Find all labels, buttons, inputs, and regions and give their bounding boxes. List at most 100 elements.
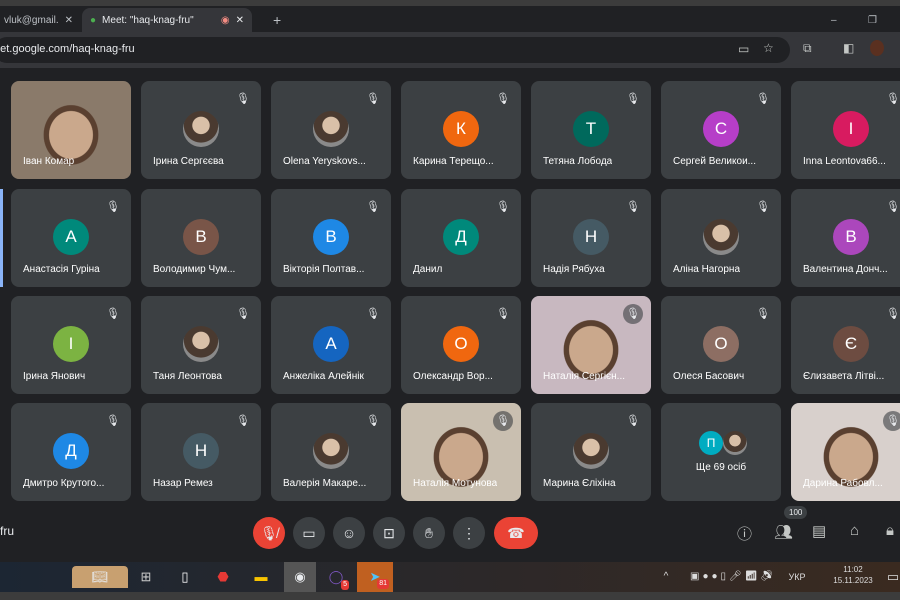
- participant-tile[interactable]: О 🎙︎ Олеся Басович: [661, 296, 781, 394]
- participant-tile[interactable]: В 🎙︎ Валентина Донч...: [791, 189, 900, 287]
- participant-tile[interactable]: С 🎙︎ Сергей Великои...: [661, 81, 781, 179]
- present-icon: ⊡: [383, 525, 395, 541]
- participant-tile[interactable]: 🎙︎ Марина Єліхіна: [531, 403, 651, 501]
- mic-off-icon: 🎙︎: [493, 411, 513, 431]
- mic-off-icon: 🎙︎: [236, 308, 250, 320]
- participant-name: Тетяна Лобода: [543, 156, 613, 167]
- participant-avatar: О: [703, 326, 739, 362]
- participant-tile[interactable]: Т 🎙︎ Тетяна Лобода: [531, 81, 651, 179]
- file-icon[interactable]: ▯: [174, 566, 196, 588]
- participant-tile[interactable]: О 🎙︎ Олександр Вор...: [401, 296, 521, 394]
- participant-tile[interactable]: П Ще 69 осіб: [661, 403, 781, 501]
- profile-avatar[interactable]: [870, 40, 884, 56]
- participant-avatar: Т: [573, 111, 609, 147]
- recording-icon: ◉: [220, 14, 230, 26]
- participant-tile[interactable]: 🎙︎ Ірина Сергєєва: [141, 81, 261, 179]
- star-icon[interactable]: ☆: [763, 41, 774, 55]
- participant-name: Дмитро Крутого...: [23, 478, 105, 489]
- participant-avatar: Н: [183, 433, 219, 469]
- participant-name: Олеся Басович: [673, 371, 745, 382]
- participant-name: Володимир Чум...: [153, 264, 236, 275]
- participant-tile[interactable]: I 🎙︎ Inna Leontova66...: [791, 81, 900, 179]
- extensions-icon[interactable]: ⧉: [803, 41, 812, 56]
- close-icon[interactable]: ✕: [65, 15, 73, 26]
- participant-name: Анастасія Гуріна: [23, 264, 100, 275]
- mic-off-icon: 🎙︎: [106, 201, 120, 213]
- participant-name: Дарина Рабовл...: [803, 478, 883, 489]
- host-controls-icon[interactable]: 🔒︎: [886, 522, 894, 539]
- close-icon[interactable]: ✕: [236, 15, 244, 26]
- camera-icon[interactable]: ▭: [738, 42, 749, 56]
- participant-tile[interactable]: В 🎙︎ Вікторія Полтав...: [271, 189, 391, 287]
- participant-avatar-photo: [703, 219, 739, 255]
- tab-meet[interactable]: ● Meet: "haq-knag-fru" ◉ ✕: [82, 8, 252, 32]
- participant-tile[interactable]: 🎙︎ Таня Леонтова: [141, 296, 261, 394]
- participant-tile[interactable]: 🎙︎ Наталія Сергієн...: [531, 296, 651, 394]
- participant-tile[interactable]: 🎙︎ Аліна Нагорна: [661, 189, 781, 287]
- participant-avatar: Д: [53, 433, 89, 469]
- language-indicator[interactable]: УКР: [782, 566, 812, 588]
- mic-muted-button[interactable]: 🎙︎̸: [253, 517, 285, 549]
- app-icon[interactable]: ⬣: [212, 566, 234, 588]
- new-tab-button[interactable]: +: [265, 8, 289, 32]
- participant-tile[interactable]: К 🎙︎ Карина Терещо...: [401, 81, 521, 179]
- mic-off-icon: 🎙︎: [756, 93, 770, 105]
- chat-icon[interactable]: ▤: [812, 522, 826, 540]
- mic-off-icon: 🎙︎: [496, 308, 510, 320]
- participant-name: Таня Леонтова: [153, 371, 222, 382]
- url-field[interactable]: eet.google.com/haq-knag-fru: [0, 37, 790, 63]
- mic-off-icon: 🎙︎: [236, 415, 250, 427]
- tab-label: Meet: "haq-knag-fru": [102, 14, 194, 26]
- participant-tile[interactable]: Д 🎙︎ Дмитро Крутого...: [11, 403, 131, 501]
- participant-tile[interactable]: І 🎙︎ Ірина Янович: [11, 296, 131, 394]
- participant-avatar: І: [53, 326, 89, 362]
- participant-tile[interactable]: Н 🎙︎ Назар Ремез: [141, 403, 261, 501]
- participant-avatar-photo: [183, 111, 219, 147]
- notifications-icon[interactable]: ▭: [882, 566, 900, 588]
- leave-call-button[interactable]: ☎︎: [494, 517, 538, 549]
- minimize-button[interactable]: –: [823, 8, 845, 32]
- telegram-badge: 81: [377, 579, 389, 589]
- desktop-widget-icon[interactable]: 📖︎: [72, 566, 128, 588]
- participant-tile[interactable]: А 🎙︎ Анжеліка Алейнік: [271, 296, 391, 394]
- task-view-icon[interactable]: ⊞: [135, 566, 157, 588]
- participant-tile[interactable]: Іван Комар: [11, 81, 131, 179]
- chrome-icon[interactable]: ◉: [284, 562, 316, 592]
- participant-name: Аліна Нагорна: [673, 264, 741, 275]
- present-button[interactable]: ⊡: [373, 517, 405, 549]
- address-bar-row: eet.google.com/haq-knag-fru ▭ ☆ ⧉ ◧: [0, 32, 900, 68]
- participant-tile[interactable]: 🎙︎ Наталія Мотунова: [401, 403, 521, 501]
- side-panel-icon[interactable]: ◧: [843, 41, 854, 55]
- participant-tile[interactable]: Є 🎙︎ Єлизавета Літві...: [791, 296, 900, 394]
- participant-tile[interactable]: Д 🎙︎ Данил: [401, 189, 521, 287]
- telegram-icon[interactable]: ➤ 81: [357, 562, 393, 592]
- participant-tile[interactable]: А 🎙︎ Анастасія Гуріна: [11, 189, 131, 287]
- participant-name: Назар Ремез: [153, 478, 213, 489]
- participant-tile[interactable]: Н 🎙︎ Надія Рябуха: [531, 189, 651, 287]
- tab-gmail[interactable]: vluk@gmail. ✕: [0, 8, 80, 32]
- people-icon[interactable]: 👥︎: [774, 523, 793, 541]
- info-icon[interactable]: ⓘ: [737, 523, 752, 544]
- file-explorer-icon[interactable]: ▬: [250, 566, 272, 588]
- participant-avatar: Д: [443, 219, 479, 255]
- raise-hand-button[interactable]: ✋︎: [413, 517, 445, 549]
- tab-label: vluk@gmail.: [4, 14, 59, 26]
- reactions-button[interactable]: ☺: [333, 517, 365, 549]
- tray-chevron-icon[interactable]: ^: [655, 566, 677, 588]
- tray-icons[interactable]: ▣●●▯🎤︎📶︎🔊︎: [690, 566, 780, 588]
- mic-off-icon: 🎙︎: [883, 411, 900, 431]
- participant-tile[interactable]: 🎙︎ Валерія Макаре...: [271, 403, 391, 501]
- more-options-button[interactable]: ⋮: [453, 517, 485, 549]
- participant-avatar-photo: [313, 433, 349, 469]
- mic-off-icon: 🎙︎: [626, 415, 640, 427]
- participant-name: Наталія Мотунова: [413, 478, 498, 489]
- viber-icon[interactable]: ◯ 5: [325, 566, 349, 590]
- clock[interactable]: 11:02 15.11.2023: [828, 565, 878, 585]
- participant-tile[interactable]: 🎙︎ Дарина Рабовл...: [791, 403, 900, 501]
- activities-icon[interactable]: ⌂: [850, 522, 859, 539]
- camera-button[interactable]: ▭: [293, 517, 325, 549]
- participant-tile[interactable]: В Володимир Чум...: [141, 189, 261, 287]
- meet-logo-icon: ●: [90, 14, 97, 26]
- participant-tile[interactable]: 🎙︎ Olena Yeryskovs...: [271, 81, 391, 179]
- restore-button[interactable]: ❐: [860, 8, 885, 32]
